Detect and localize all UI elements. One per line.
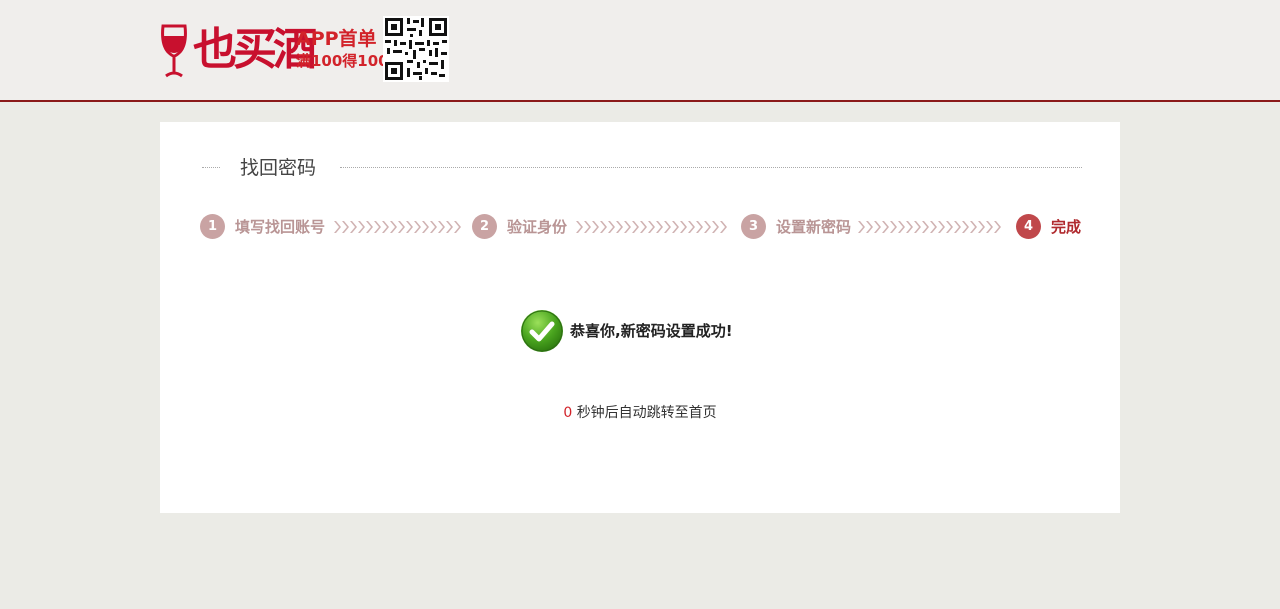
step-number: 1 [200,214,225,239]
title-divider-right [340,167,1082,168]
site-logo[interactable]: 也买酒 APP首单 满100得100 [160,16,450,82]
countdown-value: 0 [563,405,573,421]
step-label: 完成 [1051,218,1082,236]
page-title: 找回密码 [240,157,317,179]
promo-line-1: APP首单 [296,28,377,50]
title-divider-left [202,167,220,168]
success-notice: 恭喜你,新密码设置成功! [520,309,780,353]
card-title-row: 找回密码 [202,156,1082,180]
promo-line-2: 满100得100 [296,52,389,70]
logo-text: 也买酒 [193,24,317,75]
success-message: 恭喜你,新密码设置成功! [570,322,733,340]
step-number: 4 [1016,214,1041,239]
progress-steps: 1 填写找回账号 2 验证身份 3 设置新密码 4 完成 [200,214,1082,240]
check-circle-icon [521,310,563,352]
step-number: 3 [741,214,766,239]
redirect-notice: 0 秒钟后自动跳转至首页 [160,403,1120,423]
step-arrows-icon [576,221,727,233]
step-arrows-icon [334,221,461,233]
redirect-text: 秒钟后自动跳转至首页 [576,405,717,421]
step-label: 验证身份 [507,218,568,236]
step-arrows-icon [858,221,1001,233]
wine-glass-icon [161,24,187,78]
step-label: 设置新密码 [776,218,852,236]
step-label: 填写找回账号 [235,218,326,236]
app-promo[interactable]: APP首单 满100得100 [296,28,389,72]
site-header: 也买酒 APP首单 满100得100 [0,0,1280,102]
step-number: 2 [472,214,497,239]
password-recovery-card: 找回密码 1 填写找回账号 2 验证身份 3 设置新密码 4 完成 恭喜你,新密… [160,122,1120,513]
qr-code-icon [383,16,449,82]
